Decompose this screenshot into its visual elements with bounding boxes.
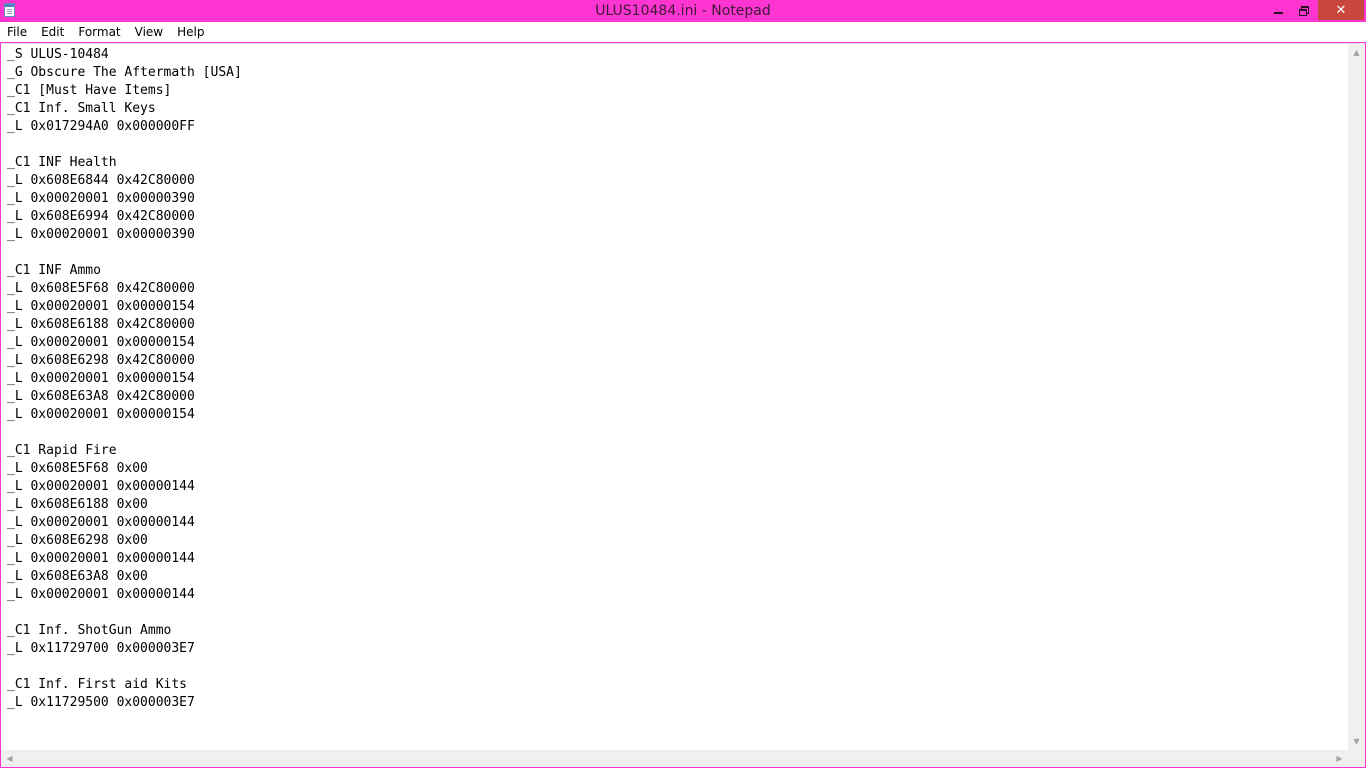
text-line[interactable]: _L 0x017294A0 0x000000FF [7,118,1347,136]
text-line[interactable]: _S ULUS-10484 [7,46,1347,64]
text-line[interactable]: _L 0x608E6844 0x42C80000 [7,172,1347,190]
menu-format[interactable]: Format [71,22,127,42]
text-line[interactable]: _L 0x00020001 0x00000154 [7,298,1347,316]
horizontal-scrollbar[interactable]: ◀ ▶ [1,750,1348,767]
menu-edit[interactable]: Edit [34,22,71,42]
text-line[interactable]: _L 0x608E6188 0x00 [7,496,1347,514]
vertical-scrollbar[interactable]: ▲ ▼ [1348,44,1365,750]
text-line[interactable]: _L 0x00020001 0x00000154 [7,334,1347,352]
text-line[interactable]: _L 0x608E6188 0x42C80000 [7,316,1347,334]
text-content[interactable]: _S ULUS-10484 _G Obscure The Aftermath [U… [7,46,1347,748]
text-line[interactable]: _L 0x00020001 0x00000154 [7,406,1347,424]
text-line[interactable] [7,424,1347,442]
scroll-left-arrow-icon[interactable]: ◀ [1,750,18,767]
restore-button[interactable] [1291,0,1317,20]
text-line[interactable]: _C1 [Must Have Items] [7,82,1347,100]
window-title: ULUS10484.ini - Notepad [595,3,771,19]
title-bar[interactable]: ULUS10484.ini - Notepad ✕ [0,0,1366,22]
text-line[interactable]: _L 0x00020001 0x00000144 [7,550,1347,568]
text-line[interactable]: _C1 INF Health [7,154,1347,172]
text-line[interactable]: _L 0x608E63A8 0x00 [7,568,1347,586]
notepad-window: ULUS10484.ini - Notepad ✕ File Edit Form… [0,0,1366,768]
close-icon: ✕ [1335,2,1347,18]
text-line[interactable]: _L 0x00020001 0x00000144 [7,586,1347,604]
text-line[interactable]: _L 0x00020001 0x00000144 [7,514,1347,532]
text-line[interactable] [7,244,1347,262]
text-line[interactable]: _L 0x00020001 0x00000154 [7,370,1347,388]
text-line[interactable]: _C1 Rapid Fire [7,442,1347,460]
minimize-button[interactable] [1265,0,1291,20]
scroll-down-arrow-icon[interactable]: ▼ [1348,733,1365,750]
menu-bar: File Edit Format View Help [0,22,1366,42]
text-line[interactable]: _L 0x608E5F68 0x42C80000 [7,280,1347,298]
text-line[interactable]: _C1 Inf. First aid Kits [7,676,1347,694]
text-line[interactable]: _C1 Inf. Small Keys [7,100,1347,118]
text-line[interactable]: _L 0x608E5F68 0x00 [7,460,1347,478]
scroll-right-arrow-icon[interactable]: ▶ [1331,750,1348,767]
text-line[interactable]: _L 0x608E6298 0x00 [7,532,1347,550]
text-line[interactable]: _G Obscure The Aftermath [USA] [7,64,1347,82]
text-line[interactable] [7,604,1347,622]
menu-view[interactable]: View [128,22,170,42]
text-line[interactable]: _L 0x00020001 0x00000390 [7,226,1347,244]
menu-file[interactable]: File [0,22,34,42]
minimize-icon [1273,12,1283,14]
text-editor[interactable]: _S ULUS-10484 _G Obscure The Aftermath [U… [1,43,1365,767]
text-line[interactable]: _C1 INF Ammo [7,262,1347,280]
menu-help[interactable]: Help [170,22,211,42]
text-line[interactable] [7,658,1347,676]
text-line[interactable]: _C1 Inf. ShotGun Ammo [7,622,1347,640]
text-line[interactable]: _L 0x608E63A8 0x42C80000 [7,388,1347,406]
text-line[interactable]: _L 0x11729500 0x000003E7 [7,694,1347,712]
text-line[interactable]: _L 0x11729700 0x000003E7 [7,640,1347,658]
text-line[interactable] [7,136,1347,154]
close-button[interactable]: ✕ [1318,0,1364,20]
text-line[interactable]: _L 0x00020001 0x00000390 [7,190,1347,208]
vertical-scroll-track[interactable] [1349,61,1364,733]
text-line[interactable]: _L 0x608E6298 0x42C80000 [7,352,1347,370]
text-line[interactable]: _L 0x00020001 0x00000144 [7,478,1347,496]
scroll-up-arrow-icon[interactable]: ▲ [1348,44,1365,61]
restore-icon [1299,5,1309,16]
scrollbar-corner [1348,750,1365,767]
text-line[interactable]: _L 0x608E6994 0x42C80000 [7,208,1347,226]
